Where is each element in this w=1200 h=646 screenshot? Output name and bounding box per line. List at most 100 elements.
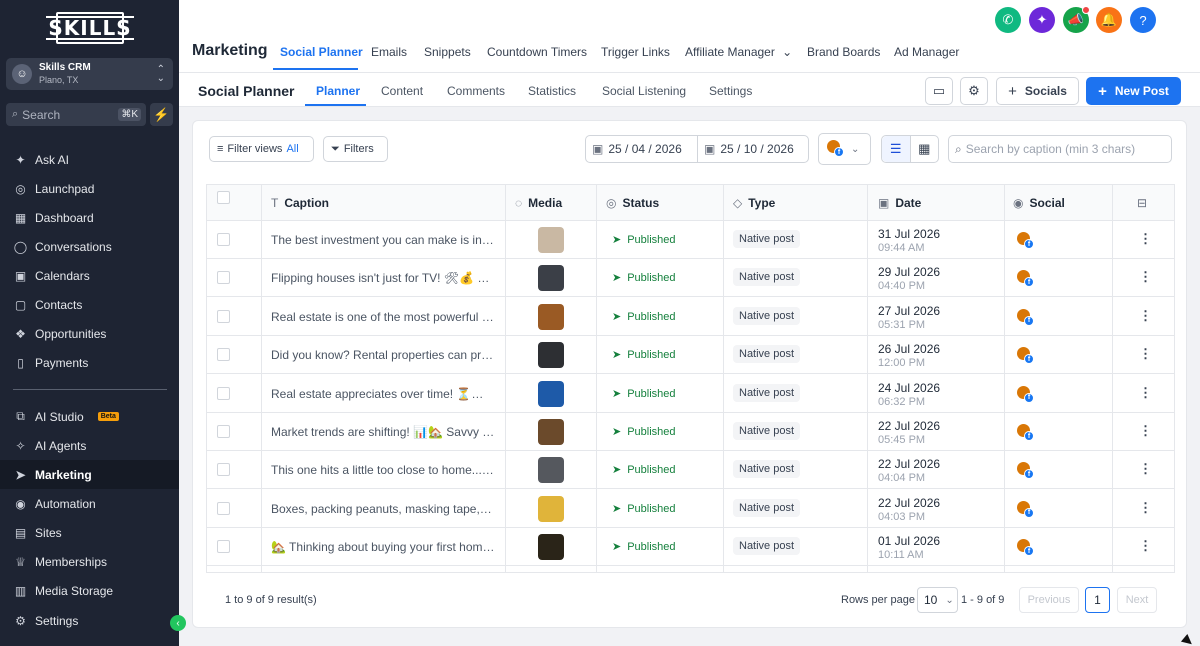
account-filter-dropdown[interactable]: f ⌄: [818, 133, 871, 165]
sidebar-item-ai-studio[interactable]: ⧉ AI Studio Beta: [0, 402, 179, 431]
new-post-button[interactable]: + New Post: [1086, 77, 1181, 105]
subtab-social-listening[interactable]: Social Listening: [602, 84, 686, 98]
sidebar-item-memberships[interactable]: ♕ Memberships: [0, 547, 179, 576]
header-status[interactable]: ◎ Status: [606, 185, 659, 221]
media-thumbnail[interactable]: [538, 265, 564, 292]
row-checkbox[interactable]: [217, 233, 230, 246]
column-settings-icon[interactable]: ⊟: [1137, 185, 1153, 221]
caption-cell[interactable]: 🏡 Thinking about buying your first home?…: [271, 540, 495, 554]
gear-icon[interactable]: ⚙: [960, 77, 988, 105]
sidebar-item-conversations[interactable]: ◯ Conversations: [0, 232, 179, 261]
socials-button[interactable]: + Socials: [996, 77, 1079, 105]
row-checkbox[interactable]: [217, 463, 230, 477]
previous-page-button[interactable]: Previous: [1019, 587, 1079, 613]
sidebar-item-settings[interactable]: ⚙ Settings: [0, 606, 179, 635]
subtab-statistics[interactable]: Statistics: [528, 84, 576, 98]
sidebar-item-opportunities[interactable]: ❖ Opportunities: [0, 319, 179, 348]
caption-cell[interactable]: Market trends are shifting! 📊🏡 Savvy inv…: [271, 425, 495, 439]
header-media[interactable]: ◌ Media: [515, 185, 562, 221]
tab-snippets[interactable]: Snippets: [424, 45, 471, 59]
more-options-icon[interactable]: ⋮: [1139, 231, 1152, 247]
sidebar-item-calendars[interactable]: ▣ Calendars: [0, 261, 179, 290]
sidebar-item-dashboard[interactable]: ▦ Dashboard: [0, 203, 179, 232]
filters-button[interactable]: ⏷ Filters: [323, 136, 388, 162]
subtab-comments[interactable]: Comments: [447, 84, 505, 98]
select-all-checkbox[interactable]: [217, 191, 230, 204]
more-options-icon[interactable]: ⋮: [1139, 423, 1152, 439]
subtab-settings[interactable]: Settings: [709, 84, 752, 98]
table-row[interactable]: Boxes, packing peanuts, masking tape, an…: [207, 490, 1174, 528]
row-checkbox[interactable]: [217, 348, 230, 362]
subtab-planner[interactable]: Planner: [316, 84, 360, 98]
media-thumbnail[interactable]: [538, 495, 564, 522]
rows-per-page-select[interactable]: 10 ⌄: [917, 587, 958, 613]
more-options-icon[interactable]: ⋮: [1139, 500, 1152, 516]
caption-cell[interactable]: The best investment you can make is in r…: [271, 233, 495, 247]
page-1-button[interactable]: 1: [1085, 587, 1110, 613]
filter-views-button[interactable]: ≡ Filter views All: [209, 136, 314, 162]
tab-affiliate-manager[interactable]: Affiliate Manager ⌄: [685, 45, 792, 59]
tab-countdown-timers[interactable]: Countdown Timers: [487, 45, 587, 59]
media-thumbnail[interactable]: [538, 342, 564, 369]
caption-cell[interactable]: Real estate is one of the most powerful …: [271, 310, 495, 324]
more-options-icon[interactable]: ⋮: [1139, 385, 1152, 401]
caption-cell[interactable]: This one hits a little too close to home…: [271, 463, 495, 477]
media-thumbnail[interactable]: [538, 380, 564, 407]
phone-icon[interactable]: ✆: [995, 7, 1021, 33]
media-thumbnail[interactable]: [538, 227, 564, 253]
table-row[interactable]: Market trends are shifting! 📊🏡 Savvy inv…: [207, 413, 1174, 451]
feedback-icon[interactable]: ▭: [925, 77, 953, 105]
date-from-input[interactable]: ▣ 25 / 04 / 2026: [585, 135, 698, 163]
sidebar-item-payments[interactable]: ▯ Payments: [0, 348, 179, 377]
sidebar-item-ai-agents[interactable]: ✧ AI Agents: [0, 431, 179, 460]
logo[interactable]: SKILLS: [46, 12, 134, 44]
sidebar-item-contacts[interactable]: ▢ Contacts: [0, 290, 179, 319]
row-checkbox[interactable]: [217, 540, 230, 554]
table-row[interactable]: Real estate appreciates over time! ⏳💰 Bu…: [207, 375, 1174, 413]
account-switcher[interactable]: ☺ Skills CRM Plano, TX ⌃ ⌄: [6, 58, 173, 90]
media-thumbnail[interactable]: [538, 419, 564, 445]
table-row[interactable]: The best investment you can make is in r…: [207, 221, 1174, 259]
table-row[interactable]: 🏡 Thinking about buying your first home?…: [207, 528, 1174, 567]
header-social[interactable]: ◉ Social: [1013, 185, 1065, 221]
caption-search-input[interactable]: ⌕ Search by caption (min 3 chars): [948, 135, 1172, 163]
caption-cell[interactable]: Real estate appreciates over time! ⏳💰 Bu…: [271, 387, 495, 401]
table-row[interactable]: Real estate is one of the most powerful …: [207, 298, 1174, 336]
caption-cell[interactable]: Boxes, packing peanuts, masking tape, an…: [271, 502, 495, 516]
more-options-icon[interactable]: ⋮: [1139, 461, 1152, 477]
row-checkbox[interactable]: [217, 386, 230, 400]
calendar-view-icon[interactable]: ▦: [911, 136, 939, 162]
sidebar-search[interactable]: ⌕ Search ⌘K: [6, 103, 146, 126]
tab-social-planner[interactable]: Social Planner: [280, 45, 363, 59]
more-options-icon[interactable]: ⋮: [1139, 346, 1152, 362]
table-row[interactable]: Did you know? Rental properties can prov…: [207, 336, 1174, 375]
row-checkbox[interactable]: [217, 271, 230, 285]
header-type[interactable]: ◇ Type: [733, 185, 775, 221]
header-caption[interactable]: T Caption: [271, 185, 329, 221]
tab-trigger-links[interactable]: Trigger Links: [601, 45, 670, 59]
next-page-button[interactable]: Next: [1117, 587, 1157, 613]
more-options-icon[interactable]: ⋮: [1139, 308, 1152, 324]
tab-ad-manager[interactable]: Ad Manager: [894, 45, 959, 59]
sidebar-item-automation[interactable]: ◉ Automation: [0, 489, 179, 518]
tab-emails[interactable]: Emails: [371, 45, 407, 59]
megaphone-icon[interactable]: 📣: [1063, 6, 1090, 33]
header-date[interactable]: ▣ Date: [878, 185, 921, 221]
row-checkbox[interactable]: [217, 309, 230, 323]
row-checkbox[interactable]: [217, 425, 230, 438]
sidebar-item-media-storage[interactable]: ▥ Media Storage: [0, 576, 179, 605]
media-thumbnail[interactable]: [538, 534, 564, 561]
media-thumbnail[interactable]: [538, 457, 564, 484]
table-row[interactable]: This one hits a little too close to home…: [207, 451, 1174, 490]
collapse-sidebar-button[interactable]: ‹: [170, 615, 186, 631]
table-row[interactable]: Flipping houses isn't just for TV! 🛠💰 Wi…: [207, 259, 1174, 298]
caption-cell[interactable]: Flipping houses isn't just for TV! 🛠💰 Wi…: [271, 271, 495, 285]
row-checkbox[interactable]: [217, 501, 230, 515]
more-options-icon[interactable]: ⋮: [1139, 538, 1152, 554]
ai-sparkle-icon[interactable]: ✦: [1029, 7, 1055, 33]
quick-action-bolt-icon[interactable]: ⚡: [150, 103, 173, 126]
help-icon[interactable]: ?: [1130, 7, 1156, 33]
sidebar-item-marketing[interactable]: ➤ Marketing: [0, 460, 179, 489]
sidebar-item-ask-ai[interactable]: ✦ Ask AI: [0, 145, 179, 174]
sidebar-item-sites[interactable]: ▤ Sites: [0, 518, 179, 547]
